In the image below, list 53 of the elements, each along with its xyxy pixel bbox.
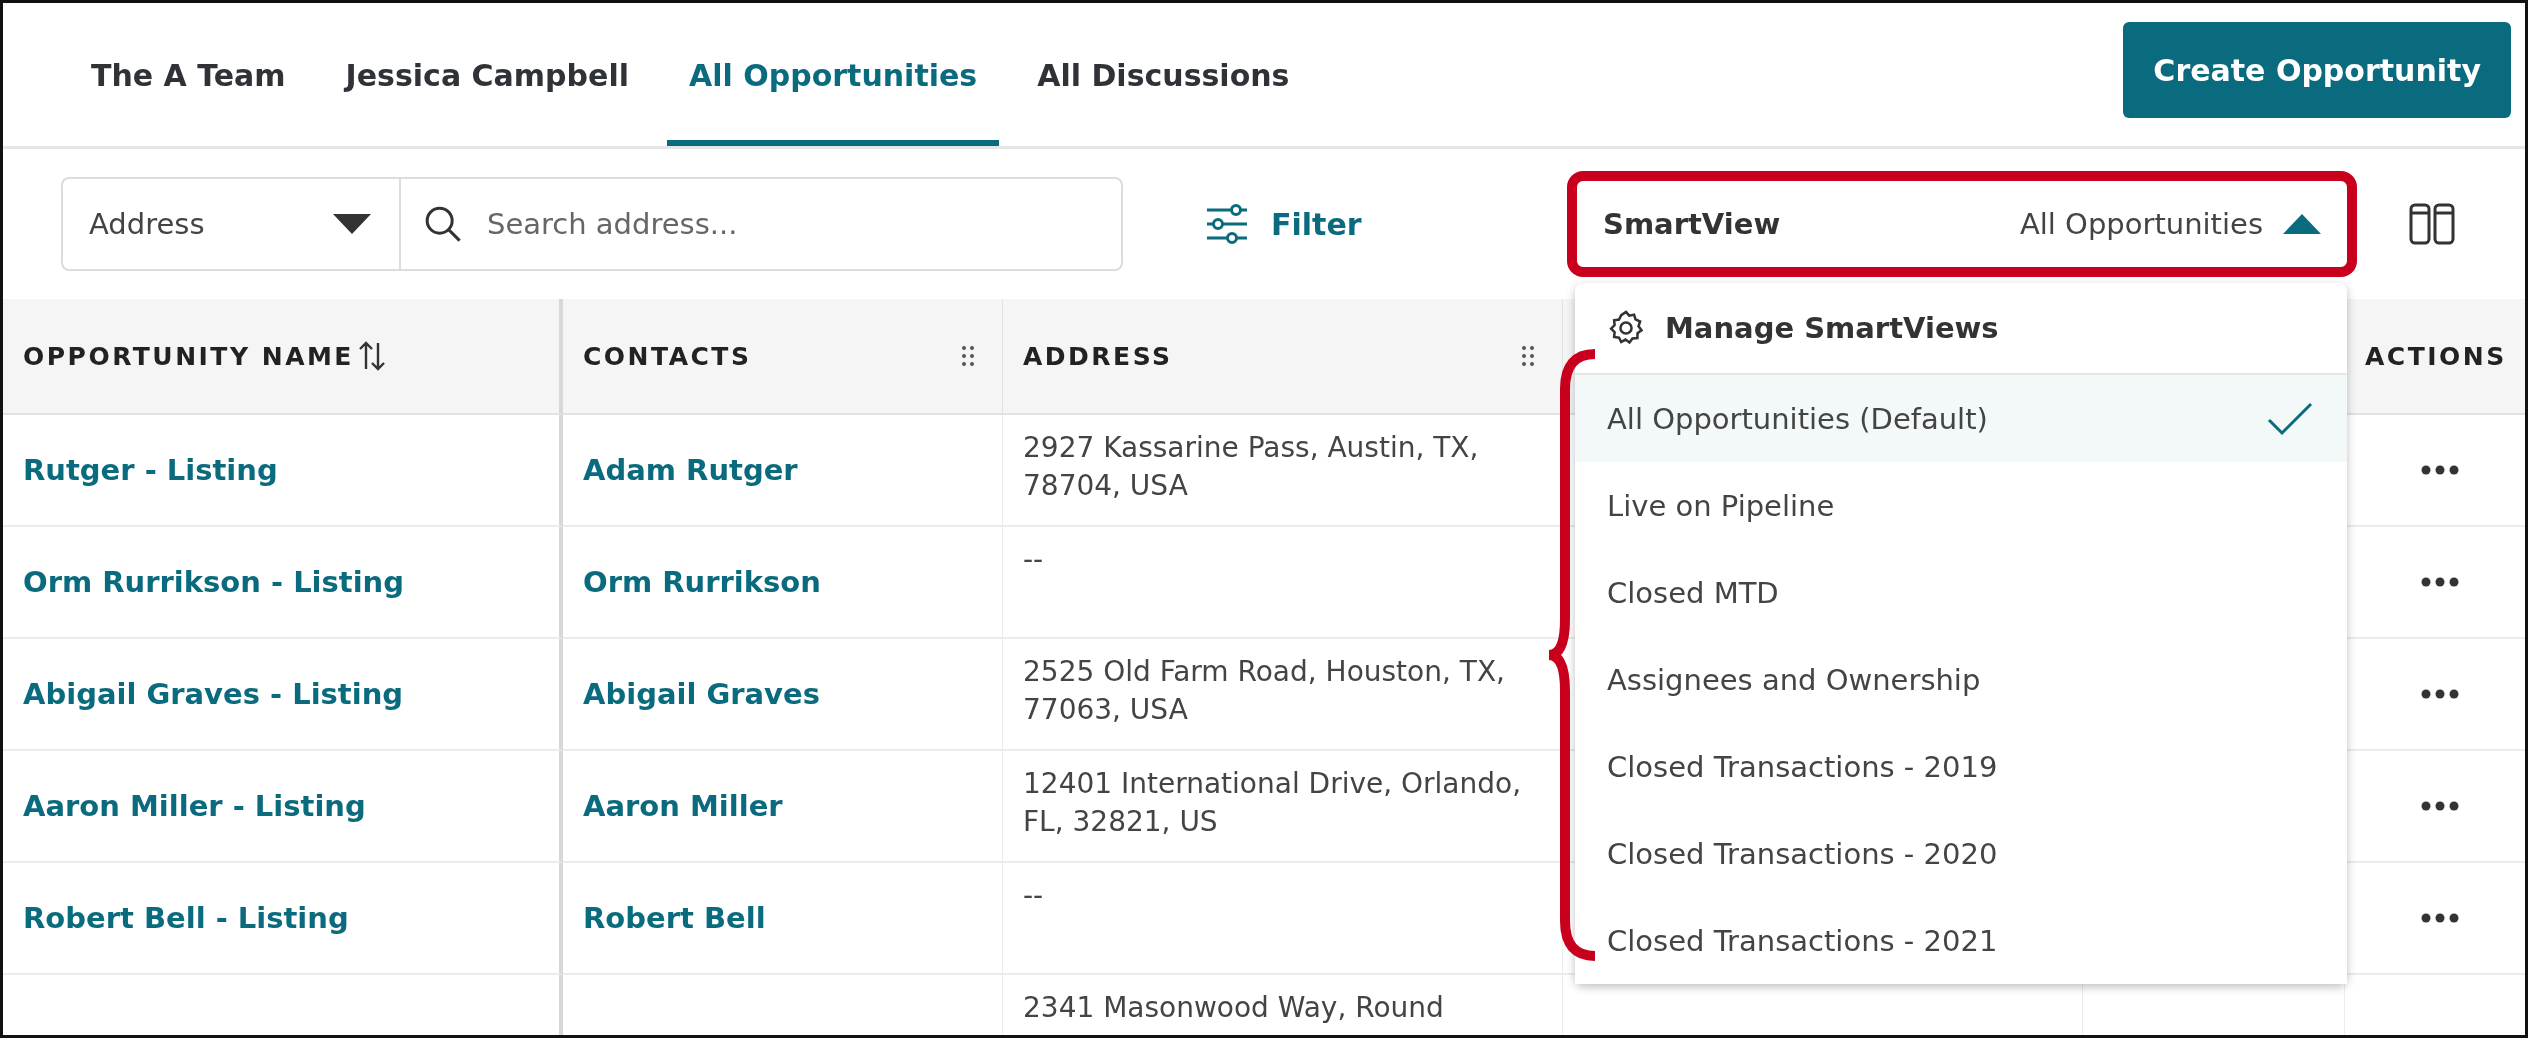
address-text: 2927 Kassarine Pass, Austin, TX, 78704, USA: [1023, 430, 1480, 504]
opportunity-link[interactable]: Aaron Miller - Listing: [23, 789, 366, 823]
nav-tab[interactable]: All Opportunities: [666, 3, 1000, 146]
smartview-option[interactable]: Live on Pipeline: [1575, 462, 2347, 549]
columns-button[interactable]: [2409, 203, 2455, 245]
more-icon[interactable]: [2420, 801, 2459, 811]
caret-icon: [2283, 214, 2321, 234]
address-text: --: [1023, 878, 1044, 914]
sort-icon[interactable]: [357, 341, 386, 371]
opportunity-link[interactable]: Rutger - Listing: [23, 453, 278, 487]
address-text: 12401 International Drive, Orlando, FL, 32821, US: [1023, 766, 1523, 840]
smartview-dropdown[interactable]: SmartView All Opportunities: [1567, 171, 2357, 277]
create-opportunity-button[interactable]: Create Opportunity: [2123, 22, 2511, 118]
contact-link[interactable]: Aaron Miller: [583, 789, 783, 823]
address-text: 2341 Masonwood Way, Round: [1023, 990, 1444, 1026]
column-title: ADDRESS: [1023, 341, 1173, 371]
contact-link[interactable]: Orm Rurrikson: [583, 565, 821, 599]
nav-tab[interactable]: All Discussions: [1015, 3, 1312, 146]
filter-button[interactable]: Filter: [1205, 204, 1362, 244]
drag-handle-icon[interactable]: [1522, 346, 1534, 366]
smartview-option[interactable]: Closed Transactions - 2020: [1575, 810, 2347, 897]
contact-link[interactable]: Robert Bell: [583, 901, 766, 935]
more-icon[interactable]: [2420, 577, 2459, 587]
sliders-icon: [1205, 204, 1249, 244]
caret-icon: [333, 214, 371, 234]
manage-smartviews-link[interactable]: Manage SmartViews: [1665, 311, 1999, 345]
smartview-option[interactable]: All Opportunities (Default): [1575, 375, 2347, 462]
columns-icon: [2409, 203, 2455, 245]
opportunity-link[interactable]: Abigail Graves - Listing: [23, 677, 404, 711]
more-icon[interactable]: [2420, 465, 2459, 475]
smartview-option[interactable]: Closed Transactions - 2021: [1575, 897, 2347, 984]
opportunity-link[interactable]: Orm Rurrikson - Listing: [23, 565, 405, 599]
opportunity-link[interactable]: Robert Bell - Listing: [23, 901, 349, 935]
contact-link[interactable]: Adam Rutger: [583, 453, 798, 487]
more-icon[interactable]: [2420, 913, 2459, 923]
smartview-option[interactable]: Closed MTD: [1575, 549, 2347, 636]
smartview-option[interactable]: Closed Transactions - 2019: [1575, 723, 2347, 810]
gear-icon: [1607, 309, 1645, 347]
more-icon[interactable]: [2420, 689, 2459, 699]
search-icon: [423, 204, 463, 244]
checkmark-icon: [2267, 401, 2313, 436]
address-text: 2525 Old Farm Road, Houston, TX, 77063, USA: [1023, 654, 1506, 728]
column-title: OPPORTUNITY NAME: [23, 341, 354, 371]
search-field[interactable]: Search address...: [399, 177, 1123, 271]
column-title: ACTIONS: [2365, 341, 2507, 371]
nav-tab[interactable]: The A Team: [69, 3, 308, 146]
address-text: --: [1023, 542, 1044, 578]
column-title: CONTACTS: [583, 341, 752, 371]
smartview-option[interactable]: Assignees and Ownership: [1575, 636, 2347, 723]
contact-link[interactable]: Abigail Graves: [583, 677, 820, 711]
drag-handle-icon[interactable]: [962, 346, 974, 366]
search-field-select[interactable]: Address: [61, 177, 399, 271]
nav-tab[interactable]: Jessica Campbell: [323, 3, 651, 146]
